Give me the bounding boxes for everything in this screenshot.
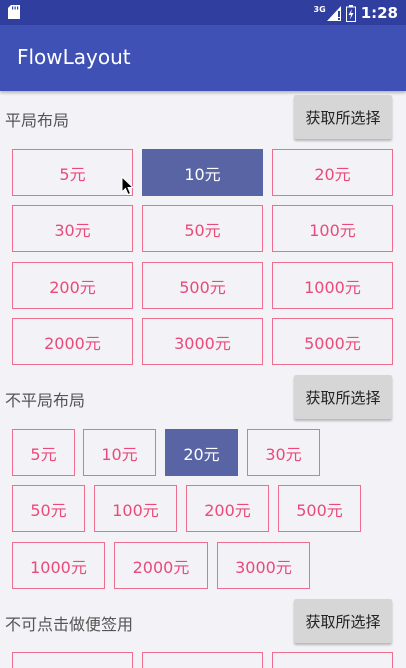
tag-label: 5元 <box>30 444 57 464</box>
tag-item[interactable]: 3000元 <box>142 318 263 365</box>
tag-item[interactable]: 10元 <box>142 149 263 196</box>
app-title: FlowLayout <box>17 45 131 69</box>
app-bar: FlowLayout <box>0 25 406 91</box>
tag-item[interactable]: 50元 <box>12 485 85 532</box>
tag-item[interactable]: 1000元 <box>12 542 105 589</box>
sd-card-icon <box>8 5 20 19</box>
tag-label: 10元 <box>184 164 221 184</box>
tag-label: 1000元 <box>30 557 87 577</box>
tag-item[interactable]: 5元 <box>12 429 75 476</box>
tag-label: 100元 <box>309 220 356 240</box>
tag-label: 200元 <box>204 500 251 520</box>
mouse-cursor-icon <box>121 176 135 196</box>
tag-item <box>12 652 133 668</box>
tag-item[interactable]: 5元 <box>12 149 133 196</box>
tag-label: 1000元 <box>304 277 361 297</box>
get-selected-button-unequal[interactable]: 获取所选择 <box>294 375 392 419</box>
tag-item[interactable]: 2000元 <box>12 318 133 365</box>
tag-item[interactable]: 500元 <box>142 262 263 309</box>
tag-label: 10元 <box>101 444 138 464</box>
section-label-equal: 平局布局 <box>5 111 70 130</box>
tag-item[interactable]: 10元 <box>83 429 156 476</box>
signal-icon <box>326 6 341 21</box>
section-label-unequal: 不平局布局 <box>5 391 86 410</box>
get-selected-button-equal[interactable]: 获取所选择 <box>294 95 392 139</box>
tag-item[interactable]: 30元 <box>12 205 133 252</box>
tag-label: 2000元 <box>132 557 190 577</box>
tag-item[interactable]: 20元 <box>272 149 393 196</box>
tag-item <box>272 652 393 668</box>
tag-label: 50元 <box>184 220 221 240</box>
tag-label: 500元 <box>179 277 226 297</box>
tag-label: 5元 <box>59 164 86 184</box>
tag-item[interactable]: 3000元 <box>217 542 310 589</box>
tag-label: 3000元 <box>174 333 231 353</box>
status-bar: 3G 1:28 <box>0 0 406 25</box>
clock: 1:28 <box>360 4 398 22</box>
get-selected-button-readonly[interactable]: 获取所选择 <box>294 599 392 643</box>
tag-label: 5000元 <box>304 333 361 353</box>
tag-label: 30元 <box>54 220 91 240</box>
tag-item[interactable]: 200元 <box>12 262 133 309</box>
tag-item[interactable]: 500元 <box>278 485 361 532</box>
tag-item[interactable]: 100元 <box>272 205 393 252</box>
network-type: 3G <box>313 4 326 14</box>
tag-item <box>142 652 263 668</box>
tag-label: 200元 <box>49 277 96 297</box>
battery-icon <box>345 4 356 22</box>
tag-label: 30元 <box>265 444 302 464</box>
tag-item[interactable]: 5000元 <box>272 318 393 365</box>
tag-label: 50元 <box>30 500 67 520</box>
tag-label: 20元 <box>314 164 351 184</box>
tag-item[interactable]: 2000元 <box>114 542 208 589</box>
tag-label: 20元 <box>183 444 220 464</box>
tag-item[interactable]: 20元 <box>165 429 238 476</box>
tag-item[interactable]: 1000元 <box>272 262 393 309</box>
tag-item[interactable]: 200元 <box>186 485 269 532</box>
tag-item[interactable]: 30元 <box>247 429 320 476</box>
tag-label: 2000元 <box>44 333 101 353</box>
tag-label: 500元 <box>296 500 343 520</box>
tag-label: 3000元 <box>235 557 292 577</box>
tag-label: 100元 <box>112 500 159 520</box>
tag-item[interactable]: 100元 <box>94 485 177 532</box>
section-label-readonly: 不可点击做便签用 <box>5 615 134 634</box>
tag-item[interactable]: 50元 <box>142 205 263 252</box>
